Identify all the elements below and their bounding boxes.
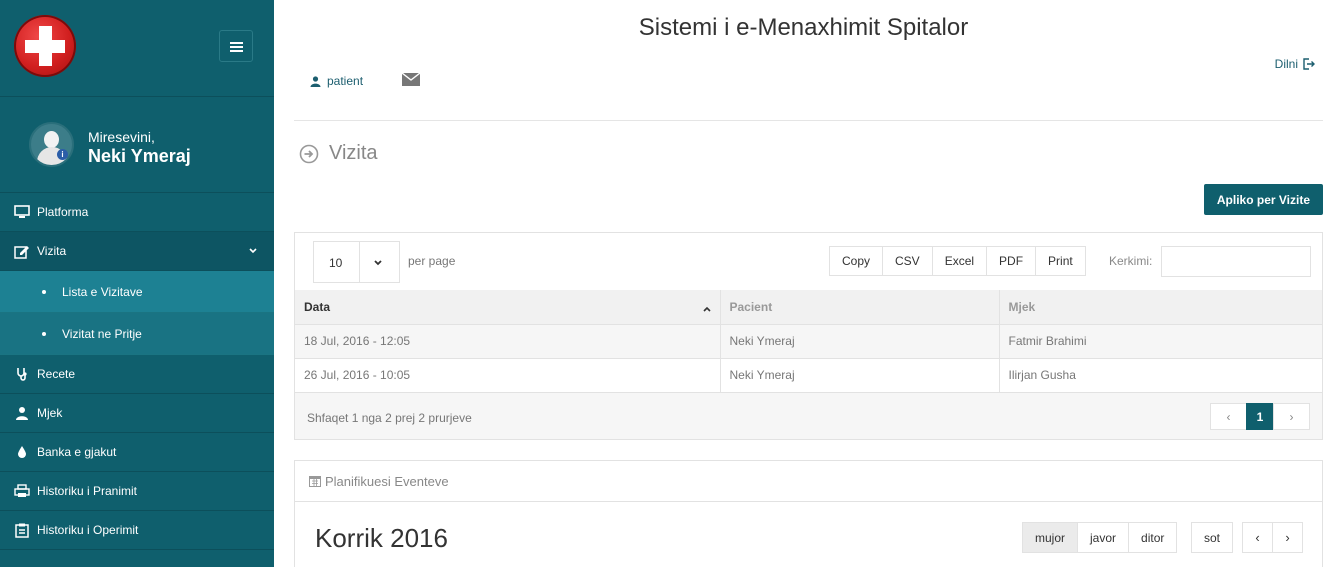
sidebar-item-mjek[interactable]: Mjek (0, 394, 274, 433)
visits-table: Data Pacient Mjek 18 Jul, 2016 - 12:05 N… (295, 290, 1322, 393)
sidebar-item-banka-e-gjakut[interactable]: Banka e gjakut (0, 433, 274, 472)
sidebar-item-label: Vizitat ne Pritje (62, 326, 142, 341)
column-header-data[interactable]: Data (295, 290, 721, 325)
event-scheduler-panel: Planifikuesi Eventeve Korrik 2016 mujor … (294, 460, 1323, 567)
view-month-button[interactable]: mujor (1022, 522, 1079, 553)
main-content: Sistemi i e-Menaxhimit Spitalor patient … (274, 0, 1333, 567)
calendar-nav: ‹ › (1242, 522, 1303, 553)
calendar-prev-button[interactable]: ‹ (1242, 522, 1273, 553)
avatar: i (29, 122, 74, 167)
apply-visit-button[interactable]: Apliko per Vizite (1203, 184, 1323, 215)
sidebar-item-label: Historiku i Pranimit (37, 484, 138, 498)
cell-date: 26 Jul, 2016 - 10:05 (295, 358, 721, 393)
user-profile-link[interactable]: patient (310, 74, 363, 88)
calendar-month-title: Korrik 2016 (315, 523, 448, 553)
pagination-next-button[interactable]: › (1273, 403, 1310, 430)
sidebar-item-label: Mjek (37, 406, 63, 420)
calendar-next-button[interactable]: › (1272, 522, 1303, 553)
clipboard-icon (13, 523, 31, 538)
sidebar-item-label: Vizita (37, 244, 67, 258)
sidebar-item-label: Recete (37, 367, 76, 381)
page-length-value: 10 (329, 256, 343, 270)
bullet-icon (42, 331, 46, 336)
panel-header: Planifikuesi Eventeve (295, 461, 1322, 502)
column-header-pacient[interactable]: Pacient (720, 290, 1000, 325)
page-length-select[interactable]: 10 (313, 241, 400, 283)
cell-doctor: Ilirjan Gusha (999, 358, 1322, 393)
monitor-icon (13, 205, 31, 219)
sidebar-item-label: Banka e gjakut (37, 445, 117, 459)
sidebar-item-recete[interactable]: Recete (0, 355, 274, 394)
page-title: Vizita (329, 142, 378, 164)
sidebar-subitem-lista-e-vizitave[interactable]: Lista e Vizitave (0, 271, 274, 313)
table-footer: Shfaqet 1 nga 2 prej 2 prurjeve ‹ 1 › (295, 393, 1322, 439)
per-page-label: per page (408, 254, 456, 268)
view-week-button[interactable]: javor (1077, 522, 1130, 553)
table-info: Shfaqet 1 nga 2 prej 2 prurjeve (307, 411, 472, 425)
table-row[interactable]: 26 Jul, 2016 - 10:05 Neki Ymeraj Ilirjan… (295, 358, 1322, 393)
pdf-button[interactable]: PDF (986, 246, 1037, 276)
sidebar-item-vizita[interactable]: Vizita (0, 232, 274, 271)
menu-toggle-button[interactable] (219, 30, 253, 62)
sidebar-item-label: Lista e Vizitave (62, 284, 143, 299)
cell-patient: Neki Ymeraj (720, 358, 1000, 393)
pagination: ‹ 1 › (1210, 403, 1310, 430)
printer-icon (13, 484, 31, 498)
user-name: Neki Ymeraj (88, 146, 191, 166)
page-heading: Vizita (299, 142, 378, 165)
panel-title: Planifikuesi Eventeve (325, 473, 449, 489)
chevron-down-icon (373, 256, 383, 271)
user-icon (310, 75, 321, 87)
excel-button[interactable]: Excel (931, 246, 988, 276)
hospital-cross-logo[interactable] (14, 15, 76, 77)
calendar-icon (309, 476, 321, 487)
sidebar: i Miresevini, Neki Ymeraj Platforma Vizi… (0, 0, 274, 567)
sidebar-subitem-vizitat-ne-pritje[interactable]: Vizitat ne Pritje (0, 313, 274, 355)
header-divider (294, 120, 1323, 121)
user-profile: i Miresevini, Neki Ymeraj (0, 97, 274, 193)
export-buttons: Copy CSV Excel PDF Print (829, 246, 1086, 276)
arrow-circle-right-icon (299, 144, 319, 163)
sidebar-item-platforma[interactable]: Platforma (0, 193, 274, 232)
bullet-icon (42, 289, 46, 294)
sort-asc-icon (702, 302, 712, 316)
column-header-mjek[interactable]: Mjek (999, 290, 1322, 325)
edit-icon (13, 244, 31, 259)
user-link-label: patient (327, 74, 364, 88)
copy-button[interactable]: Copy (829, 246, 884, 276)
logout-label: Dilni (1274, 57, 1298, 71)
calendar-view-buttons: mujor javor ditor (1022, 522, 1178, 553)
sidebar-item-historiku-i-pranimit[interactable]: Historiku i Pranimit (0, 472, 274, 511)
search-input[interactable] (1161, 246, 1311, 277)
pagination-prev-button[interactable]: ‹ (1210, 403, 1247, 430)
search-label: Kerkimi: (1109, 254, 1153, 268)
drop-icon (13, 445, 31, 459)
greeting-text: Miresevini, (88, 129, 155, 145)
sidebar-item-label: Platforma (37, 205, 89, 219)
cell-patient: Neki Ymeraj (720, 324, 1000, 359)
chevron-down-icon (248, 245, 258, 259)
today-button[interactable]: sot (1191, 522, 1234, 553)
csv-button[interactable]: CSV (882, 246, 933, 276)
mail-icon[interactable] (401, 72, 421, 89)
info-badge-icon: i (57, 149, 68, 160)
stethoscope-icon (13, 367, 31, 381)
pagination-page-1[interactable]: 1 (1246, 403, 1274, 430)
logout-link[interactable]: Dilni (1275, 57, 1315, 71)
cell-date: 18 Jul, 2016 - 12:05 (295, 324, 721, 359)
table-row[interactable]: 18 Jul, 2016 - 12:05 Neki Ymeraj Fatmir … (295, 324, 1322, 359)
sidebar-item-label: Historiku i Operimit (37, 523, 139, 537)
cell-doctor: Fatmir Brahimi (999, 324, 1322, 359)
view-day-button[interactable]: ditor (1128, 522, 1178, 553)
user-md-icon (13, 406, 31, 420)
visits-table-panel: 10 per page Copy CSV Excel PDF Print Ker… (294, 232, 1323, 440)
sign-out-icon (1303, 58, 1315, 70)
app-title: Sistemi i e-Menaxhimit Spitalor (638, 14, 969, 41)
print-button[interactable]: Print (1035, 246, 1086, 276)
sidebar-item-historiku-i-operimit[interactable]: Historiku i Operimit (0, 511, 274, 550)
sidebar-header (0, 0, 274, 97)
